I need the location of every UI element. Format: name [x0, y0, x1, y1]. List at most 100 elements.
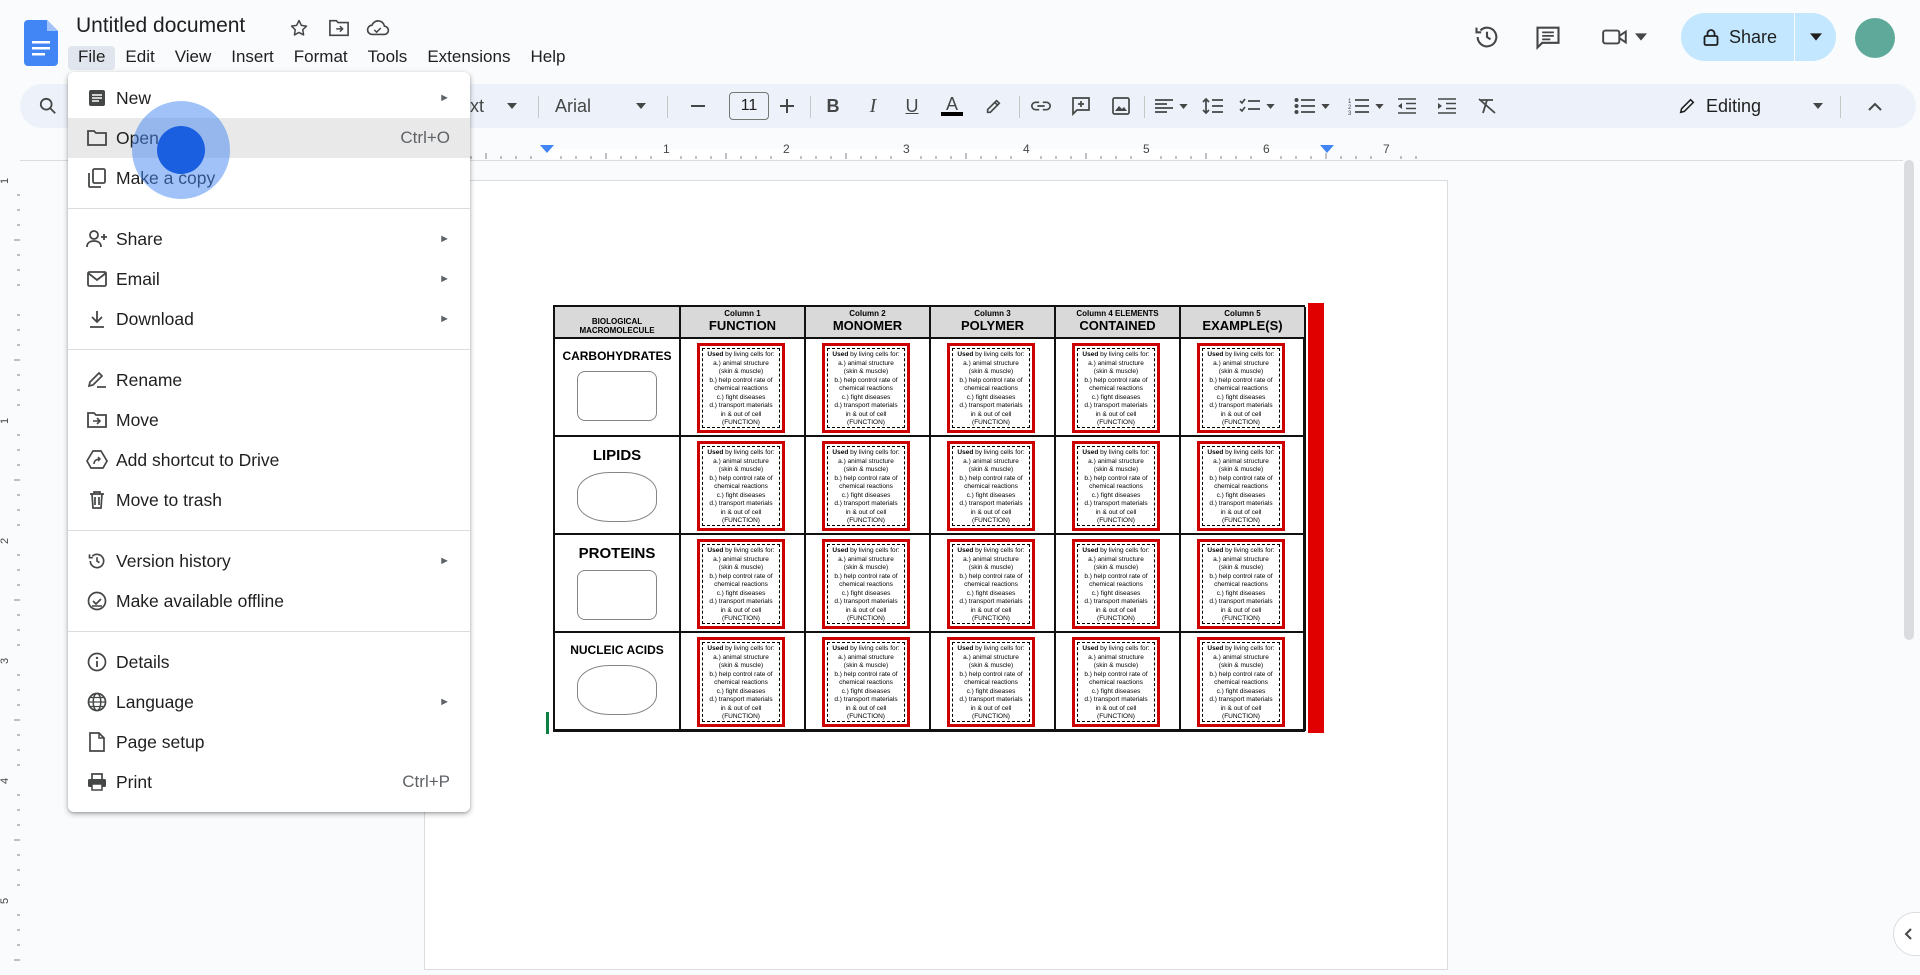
table-cell: Used by living cells for: a.) animal stru… [1056, 633, 1181, 731]
star-icon[interactable] [287, 16, 311, 40]
card-text-line: Used by living cells for: [1207, 351, 1275, 358]
menu-item-print[interactable]: Print Ctrl+P [68, 762, 470, 802]
numbered-list-icon[interactable]: 123 [1344, 84, 1388, 128]
bold-icon[interactable]: B [820, 84, 846, 128]
menu-item-details[interactable]: Details [68, 642, 470, 682]
insert-image-icon[interactable] [1108, 84, 1134, 128]
card-text-line: c.) fight diseases [841, 393, 891, 401]
vertical-ruler[interactable]: 1 1 2 3 4 5 [0, 150, 20, 970]
add-comment-icon[interactable] [1068, 84, 1094, 128]
menu-item-label: Email [116, 268, 160, 289]
card-text-line: b.) help control rate of chemical reacti… [959, 572, 1023, 589]
comments-icon[interactable] [1531, 20, 1565, 54]
menu-item-language[interactable]: Language ► [68, 682, 470, 722]
menu-item-rename[interactable]: Rename [68, 360, 470, 400]
function-card: Used by living cells for: a.) animal stru… [1072, 637, 1160, 727]
share-main-button[interactable]: Share [1681, 13, 1794, 61]
menu-edit[interactable]: Edit [115, 46, 164, 70]
card-text-line: b.) help control rate of chemical reacti… [834, 572, 898, 589]
card-text-line: Used by living cells for: [707, 351, 775, 358]
row-illustration [577, 570, 657, 620]
italic-icon[interactable]: I [860, 84, 886, 128]
card-text-line: d.) transport materials in & out of cell [959, 402, 1023, 418]
menu-item-new[interactable]: New ► [68, 78, 470, 118]
style-dropdown-arrow-icon[interactable] [504, 84, 520, 128]
menu-item-make-a-copy[interactable]: Make a copy [68, 158, 470, 198]
function-card: Used by living cells for: a.) animal stru… [697, 343, 785, 433]
ruler-number: 4 [1023, 142, 1030, 156]
menu-item-move[interactable]: Move [68, 400, 470, 440]
menu-item-open[interactable]: Open Ctrl+O [68, 118, 470, 158]
menu-file[interactable]: File [68, 46, 116, 70]
bulleted-list-icon[interactable] [1290, 84, 1334, 128]
vertical-scrollbar[interactable] [1904, 160, 1914, 640]
card-text-line: Used by living cells for: [1082, 645, 1150, 652]
horizontal-ruler[interactable]: 1 2 3 4 5 6 7 [425, 141, 1448, 159]
menu-item-download[interactable]: Download ► [68, 299, 470, 339]
align-dropdown-icon[interactable] [1150, 84, 1192, 128]
menu-item-page-setup[interactable]: Page setup [68, 722, 470, 762]
row-illustration [577, 472, 657, 522]
menu-tools[interactable]: Tools [358, 46, 418, 70]
decrease-indent-icon[interactable] [1394, 84, 1420, 128]
font-size-input[interactable]: 11 [729, 92, 769, 120]
card-text-line: b.) help control rate of chemical reacti… [1084, 670, 1148, 687]
increase-font-size-icon[interactable] [775, 84, 799, 128]
menu-item-move-to-trash[interactable]: Move to trash [68, 480, 470, 520]
increase-indent-icon[interactable] [1434, 84, 1460, 128]
menu-item-make-available-offline[interactable]: Make available offline [68, 581, 470, 621]
shortcut-label: Ctrl+O [400, 128, 450, 147]
collapse-toolbar-icon[interactable] [1862, 84, 1888, 128]
card-text-line: a.) animal structure (skin & muscle) [1088, 555, 1144, 572]
menu-insert[interactable]: Insert [221, 46, 284, 70]
menu-extensions[interactable]: Extensions [417, 46, 520, 70]
ruler-number: 2 [0, 538, 11, 544]
meet-icon[interactable] [1599, 20, 1649, 54]
underline-icon[interactable]: U [899, 84, 925, 128]
menu-view[interactable]: View [165, 46, 222, 70]
docs-logo-icon[interactable] [24, 20, 58, 66]
line-spacing-icon[interactable] [1200, 84, 1226, 128]
editing-mode-dropdown[interactable]: Editing [1678, 84, 1824, 128]
function-card: Used by living cells for: a.) animal stru… [697, 539, 785, 629]
text-color-icon[interactable]: A [938, 84, 966, 128]
avatar[interactable] [1855, 18, 1895, 58]
menu-item-add-shortcut[interactable]: Add shortcut to Drive [68, 440, 470, 480]
menu-item-version-history[interactable]: Version history ► [68, 541, 470, 581]
share-dropdown-button[interactable] [1795, 13, 1836, 61]
card-text-line: b.) help control rate of chemical reacti… [1209, 474, 1273, 491]
card-text-line: a.) animal structure (skin & muscle) [838, 359, 894, 376]
cloud-saved-icon[interactable] [366, 16, 390, 40]
card-text-line: Used by living cells for: [707, 547, 775, 554]
document-title[interactable]: Untitled document [76, 14, 245, 38]
share-button[interactable]: Share [1681, 13, 1836, 61]
menu-help[interactable]: Help [520, 46, 575, 70]
move-folder-icon[interactable] [327, 16, 351, 40]
function-card: Used by living cells for: a.) animal stru… [947, 343, 1035, 433]
insert-link-icon[interactable] [1028, 84, 1054, 128]
card-text-line: a.) animal structure (skin & muscle) [1213, 457, 1269, 474]
row-illustration [577, 371, 657, 421]
function-card: Used by living cells for: a.) animal stru… [947, 539, 1035, 629]
menu-item-share[interactable]: Share ► [68, 219, 470, 259]
card-text-line: d.) transport materials in & out of cell [1209, 696, 1273, 712]
font-dropdown-arrow-icon[interactable] [633, 84, 649, 128]
checklist-icon[interactable] [1235, 84, 1279, 128]
macromolecule-table-image[interactable]: BIOLOGICAL MACROMOLECULE Column 1 FUNCTION… [553, 305, 1306, 732]
decrease-font-size-icon[interactable] [686, 84, 710, 128]
table-cell: Used by living cells for: a.) animal stru… [1181, 437, 1306, 535]
menu-format[interactable]: Format [284, 46, 358, 70]
info-icon [68, 652, 116, 672]
menu-item-email[interactable]: Email ► [68, 259, 470, 299]
history-icon[interactable] [1470, 20, 1504, 54]
column-number-label: Column 3 [974, 309, 1011, 318]
highlight-icon[interactable] [980, 84, 1006, 128]
table-row-label: NUCLEIC ACIDS [555, 633, 681, 731]
card-text-line: (FUNCTION) [1222, 713, 1260, 720]
clear-formatting-icon[interactable] [1474, 84, 1500, 128]
card-text-line: a.) animal structure (skin & muscle) [1213, 653, 1269, 670]
card-text-line: d.) transport materials in & out of cell [1084, 402, 1148, 418]
search-menus-icon[interactable] [34, 84, 62, 128]
card-text-line: c.) fight diseases [966, 589, 1016, 597]
function-card: Used by living cells for: a.) animal stru… [1197, 539, 1285, 629]
